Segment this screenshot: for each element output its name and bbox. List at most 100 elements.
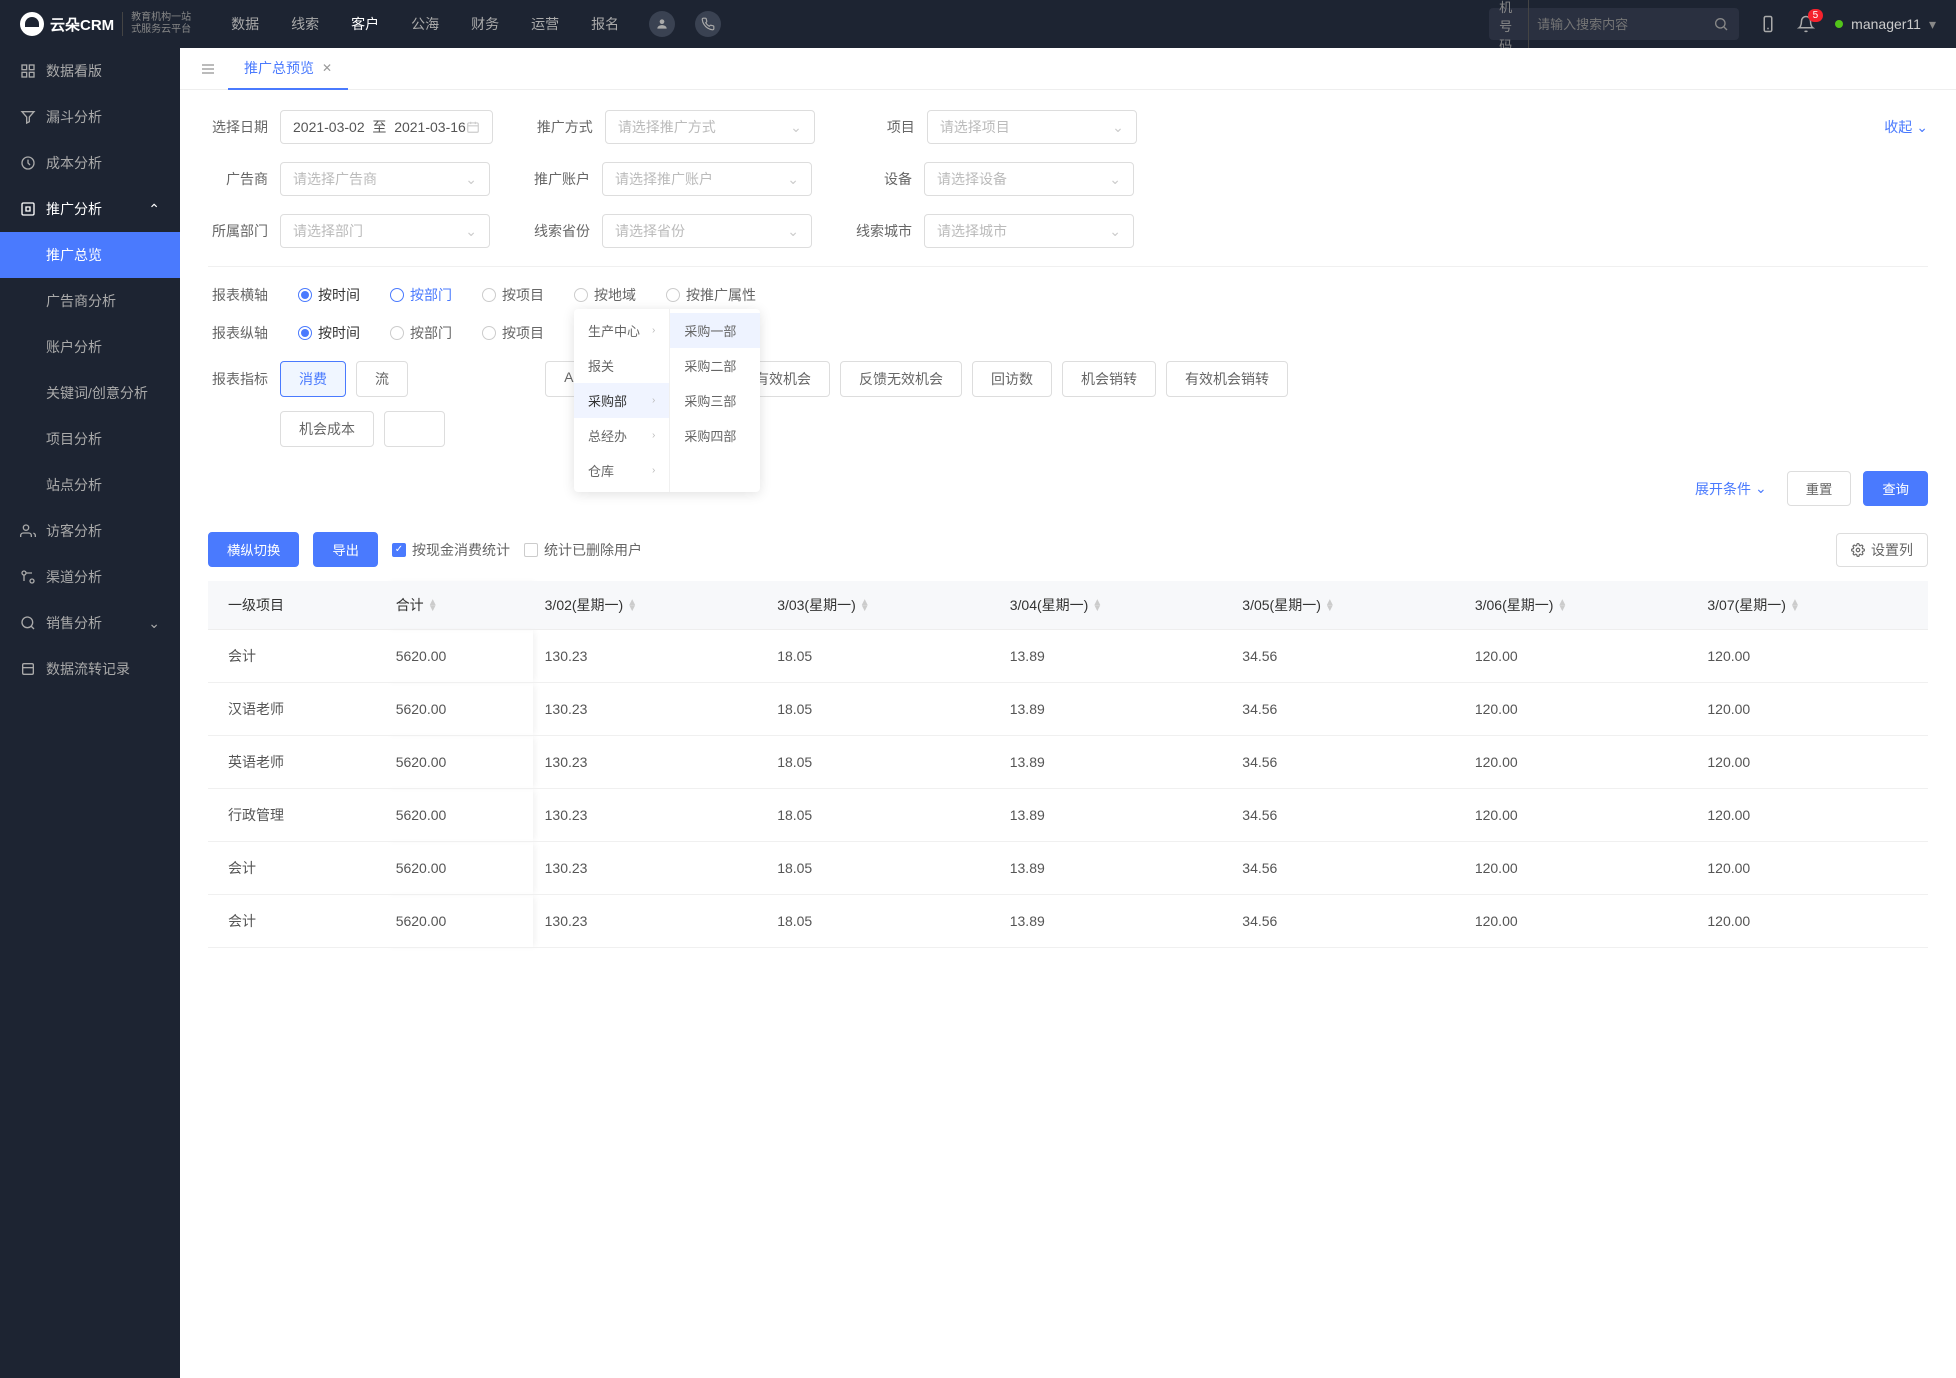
select-project[interactable]: 请选择项目⌄ — [927, 110, 1137, 144]
radio-option[interactable]: 按时间 — [298, 323, 360, 343]
cascader-item[interactable]: 采购四部 — [670, 418, 760, 453]
sidebar-subitem[interactable]: 推广总览 — [0, 232, 180, 278]
checkbox-cash-stat[interactable]: ✓按现金消费统计 — [392, 540, 510, 560]
radio-option[interactable]: 按部门 — [390, 323, 452, 343]
nav-item[interactable]: 运营 — [531, 14, 559, 34]
select-city[interactable]: 请选择城市⌄ — [924, 214, 1134, 248]
search-input[interactable] — [1537, 17, 1713, 32]
nav-item[interactable]: 财务 — [471, 14, 499, 34]
sidebar-item[interactable]: 推广分析⌃ — [0, 186, 180, 232]
nav-item[interactable]: 客户 — [351, 14, 379, 34]
sort-icon[interactable]: ▲▼ — [1790, 600, 1800, 612]
select-province[interactable]: 请选择省份⌄ — [602, 214, 812, 248]
cascader-item[interactable]: 采购一部 — [670, 313, 760, 348]
tab-promo-overview[interactable]: 推广总预览 ✕ — [228, 48, 348, 90]
select-account[interactable]: 请选择推广账户⌄ — [602, 162, 812, 196]
sort-icon[interactable]: ▲▼ — [428, 600, 438, 612]
radio-icon — [390, 326, 404, 340]
data-table: 一级项目合计▲▼3/02(星期一)▲▼3/03(星期一)▲▼3/04(星期一)▲… — [208, 581, 1928, 948]
radio-option[interactable]: 按部门 — [390, 285, 452, 305]
cascader-item[interactable]: 仓库› — [574, 453, 669, 488]
table-row: 会计5620.00130.2318.0513.8934.56120.00120.… — [208, 630, 1928, 683]
nav-item[interactable]: 线索 — [291, 14, 319, 34]
select-advertiser[interactable]: 请选择广告商⌄ — [280, 162, 490, 196]
radio-option[interactable]: 按推广属性 — [666, 285, 756, 305]
column-settings-button[interactable]: 设置列 — [1836, 533, 1928, 567]
export-button[interactable]: 导出 — [313, 532, 378, 567]
table-header[interactable]: 3/04(星期一)▲▼ — [998, 581, 1231, 630]
nav-item[interactable]: 报名 — [591, 14, 619, 34]
cascader-item[interactable]: 采购三部 — [670, 383, 760, 418]
sidebar-toggle[interactable] — [188, 61, 228, 77]
sort-icon[interactable]: ▲▼ — [860, 600, 870, 612]
metric-tag[interactable]: 机会成本 — [280, 411, 374, 447]
sidebar-subitem[interactable]: 站点分析 — [0, 462, 180, 508]
table-cell: 120.00 — [1463, 683, 1696, 736]
mobile-icon[interactable] — [1759, 15, 1777, 33]
chevron-right-icon: › — [652, 325, 655, 336]
sort-icon[interactable]: ▲▼ — [627, 600, 637, 612]
metric-tag[interactable] — [384, 411, 445, 447]
close-icon[interactable]: ✕ — [322, 61, 332, 75]
sort-icon[interactable]: ▲▼ — [1557, 600, 1567, 612]
table-cell: 13.89 — [998, 789, 1231, 842]
metric-tag[interactable]: 有效机会销转 — [1166, 361, 1288, 397]
sidebar-item[interactable]: 漏斗分析 — [0, 94, 180, 140]
table-header[interactable]: 3/05(星期一)▲▼ — [1230, 581, 1463, 630]
metric-tag[interactable]: 流 — [356, 361, 408, 397]
reset-button[interactable]: 重置 — [1787, 471, 1852, 506]
switch-axes-button[interactable]: 横纵切换 — [208, 532, 299, 567]
radio-option[interactable]: 按项目 — [482, 323, 544, 343]
sort-icon[interactable]: ▲▼ — [1092, 600, 1102, 612]
select-method[interactable]: 请选择推广方式⌄ — [605, 110, 815, 144]
sidebar-item[interactable]: 销售分析⌄ — [0, 600, 180, 646]
table-header[interactable]: 3/03(星期一)▲▼ — [765, 581, 998, 630]
sidebar-item[interactable]: 成本分析 — [0, 140, 180, 186]
table-row: 会计5620.00130.2318.0513.8934.56120.00120.… — [208, 895, 1928, 948]
radio-option[interactable]: 按项目 — [482, 285, 544, 305]
table-header[interactable]: 合计▲▼ — [384, 581, 533, 630]
table-header[interactable]: 3/07(星期一)▲▼ — [1695, 581, 1928, 630]
phone-icon[interactable] — [695, 11, 721, 37]
table-cell: 120.00 — [1695, 736, 1928, 789]
cascader-item[interactable]: 总经办› — [574, 418, 669, 453]
sidebar-subitem[interactable]: 广告商分析 — [0, 278, 180, 324]
sidebar-item[interactable]: 数据看版 — [0, 48, 180, 94]
cascader-item[interactable]: 采购部› — [574, 383, 669, 418]
metric-tag[interactable]: 机会销转 — [1062, 361, 1156, 397]
metric-tag[interactable]: 反馈无效机会 — [840, 361, 962, 397]
cascader-item[interactable]: 生产中心› — [574, 313, 669, 348]
sidebar-item[interactable]: 渠道分析 — [0, 554, 180, 600]
sort-icon[interactable]: ▲▼ — [1325, 600, 1335, 612]
date-range-picker[interactable]: 2021-03-02 至 2021-03-16 — [280, 110, 493, 144]
sidebar-item[interactable]: 数据流转记录 — [0, 646, 180, 692]
select-dept[interactable]: 请选择部门⌄ — [280, 214, 490, 248]
table-header[interactable]: 3/06(星期一)▲▼ — [1463, 581, 1696, 630]
sidebar-item[interactable]: 访客分析 — [0, 508, 180, 554]
metric-tag[interactable]: 回访数 — [972, 361, 1052, 397]
query-button[interactable]: 查询 — [1863, 471, 1928, 506]
nav-item[interactable]: 公海 — [411, 14, 439, 34]
radio-option[interactable]: 按地域 — [574, 285, 636, 305]
chevron-down-icon: ▾ — [1929, 16, 1936, 33]
user-icon[interactable] — [649, 11, 675, 37]
search-icon[interactable] — [1713, 16, 1729, 32]
metric-tag[interactable]: 消费 — [280, 361, 346, 397]
cascader-item[interactable]: 报关 — [574, 348, 669, 383]
sidebar-subitem[interactable]: 账户分析 — [0, 324, 180, 370]
logo[interactable]: 云朵CRM 教育机构一站 式服务云平台 — [20, 12, 191, 36]
expand-conditions[interactable]: 展开条件 ⌄ — [1695, 479, 1767, 499]
collapse-link[interactable]: 收起 ⌄ — [1884, 117, 1928, 137]
sidebar-subitem[interactable]: 项目分析 — [0, 416, 180, 462]
table-header[interactable]: 3/02(星期一)▲▼ — [533, 581, 766, 630]
user-menu[interactable]: manager11 ▾ — [1835, 16, 1936, 33]
search-box[interactable]: 手机号码 ▾ — [1489, 8, 1739, 40]
nav-item[interactable]: 数据 — [231, 14, 259, 34]
checkbox-deleted-stat[interactable]: 统计已删除用户 — [524, 540, 642, 560]
select-device[interactable]: 请选择设备⌄ — [924, 162, 1134, 196]
notification-bell[interactable]: 5 — [1797, 15, 1815, 33]
radio-option[interactable]: 按时间 — [298, 285, 360, 305]
sidebar-subitem[interactable]: 关键词/创意分析 — [0, 370, 180, 416]
table-header[interactable]: 一级项目 — [208, 581, 384, 630]
cascader-item[interactable]: 采购二部 — [670, 348, 760, 383]
